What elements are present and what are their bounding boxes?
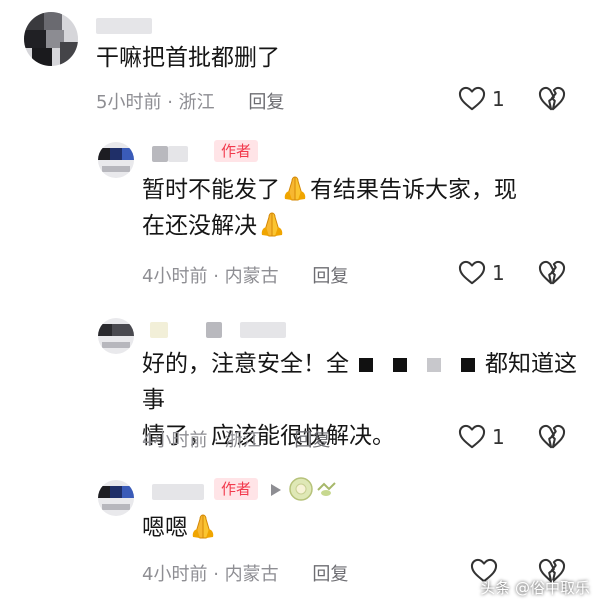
censor-block [427,357,441,372]
time: 4小时前 [142,266,208,287]
comment-2: 作者 暂时不能发了 有结果告诉大家，现 在还没解决 4小时前 · 内蒙古 回复 1 [0,120,600,300]
fan-badge-icon [289,477,336,501]
location: 内蒙古 [224,266,279,287]
comment-meta: 4小时前 · 浙江 回复 [142,426,330,452]
like-button[interactable]: 1 [458,424,505,450]
avatar[interactable] [98,318,134,354]
dislike-icon[interactable] [538,86,566,112]
reply-button[interactable]: 回复 [312,564,348,585]
location: 内蒙古 [224,564,279,585]
location: 浙江 [178,92,215,113]
username-blurred[interactable] [240,322,286,338]
comment-text: 暂时不能发了 有结果告诉大家，现 在还没解决 [142,172,572,244]
username-blurred[interactable] [206,322,222,338]
comment-meta: 5小时前 · 浙江 回复 [96,88,284,114]
dislike-icon[interactable] [538,424,566,450]
like-count: 1 [492,261,505,285]
reply-button[interactable]: 回复 [312,266,348,287]
comment-meta: 4小时前 · 内蒙古 回复 [142,262,348,288]
username-blurred[interactable] [152,146,168,162]
separator: · [213,266,219,287]
avatar[interactable] [24,12,78,66]
separator: · [213,430,219,451]
username-blurred[interactable] [96,18,152,34]
comment-text: 嗯嗯 [142,510,218,546]
comment-text: 干嘛把首批都删了 [96,45,280,71]
username-blurred[interactable] [150,322,168,338]
comment-meta: 4小时前 · 内蒙古 回复 [142,560,348,586]
praying-hands-emoji [280,173,310,203]
like-button[interactable]: 1 [458,260,505,286]
time: 4小时前 [142,564,208,585]
separator: · [213,564,219,585]
location: 浙江 [224,430,261,451]
comment-3: 好的，注意安全！全 都知道这事 情了，应该能很快解决。 4小时前 · 浙江 回复 … [0,300,600,470]
reply-button[interactable]: 回复 [294,430,330,451]
play-arrow-icon [271,484,281,496]
username-blurred[interactable] [152,484,204,500]
heart-icon [458,260,486,286]
comment-1: 干嘛把首批都删了 5小时前 · 浙江 回复 1 [0,0,600,120]
time: 4小时前 [142,430,208,451]
censor-block [393,357,407,372]
separator: · [167,92,173,113]
reply-button[interactable]: 回复 [248,92,284,113]
like-count: 1 [492,425,505,449]
censor-block [461,357,475,372]
like-count: 1 [492,87,505,111]
censor-block [359,357,373,372]
like-button[interactable]: 1 [458,86,505,112]
praying-hands-emoji [257,209,287,239]
username-blurred[interactable] [168,146,188,162]
heart-icon [458,86,486,112]
time: 5小时前 [96,92,162,113]
avatar[interactable] [98,480,134,516]
praying-hands-emoji [188,511,218,541]
author-badge: 作者 [214,140,259,162]
watermark: 头条 @俗中取乐 [480,579,590,597]
dislike-icon[interactable] [538,260,566,286]
heart-icon [458,424,486,450]
avatar[interactable] [98,142,134,178]
author-badge: 作者 [214,478,259,500]
